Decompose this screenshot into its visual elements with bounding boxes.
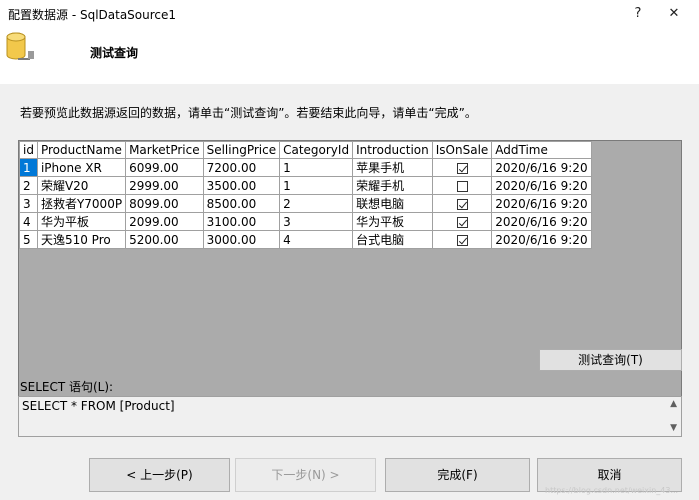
- table-row[interactable]: 3 拯救者Y7000P 8099.00 8500.00 2 联想电脑 2020/6/16 9…: [19, 194, 592, 213]
- cell-id: 4: [19, 212, 38, 231]
- checkbox-icon: [456, 216, 468, 228]
- cell-addtime: 2020/6/16 9:20: [491, 176, 592, 195]
- close-button[interactable]: ✕: [660, 4, 688, 24]
- table-header-row: id ProductName MarketPrice SellingPrice Cate…: [19, 141, 592, 159]
- sql-label: SELECT 语句(L):: [20, 380, 114, 394]
- cell-categoryid: 4: [279, 230, 354, 249]
- on-sale-cell: [431, 158, 493, 177]
- database-icon: [6, 32, 34, 60]
- cell-id: 1: [19, 158, 38, 177]
- cell-id: 2: [19, 176, 38, 195]
- cell-addtime: 2020/6/16 9:20: [491, 212, 592, 231]
- wizard-content: 若要预览此数据源返回的数据，请单击“测试查询”。若要结束此向导，请单击“完成”。…: [0, 84, 699, 500]
- on-sale-cell: [431, 230, 493, 249]
- cell-marketprice: 2099.00: [125, 212, 204, 231]
- cell-categoryid: 1: [279, 158, 354, 177]
- help-button[interactable]: ?: [624, 4, 652, 24]
- page-title: 测试查询: [90, 46, 139, 60]
- finish-button[interactable]: 完成(F): [385, 458, 530, 492]
- table-row[interactable]: 2 荣耀V20 2999.00 3500.00 1 荣耀手机 2020/6/16 9:20: [19, 176, 592, 195]
- test-query-button[interactable]: 测试查询(T): [539, 349, 682, 371]
- instruction-text: 若要预览此数据源返回的数据，请单击“测试查询”。若要结束此向导，请单击“完成”。: [20, 106, 477, 120]
- checkbox-icon: [456, 198, 468, 210]
- cell-marketprice: 6099.00: [125, 158, 204, 177]
- cell-addtime: 2020/6/16 9:20: [491, 158, 592, 177]
- column-header[interactable]: Introduction: [352, 141, 433, 159]
- column-header[interactable]: AddTime: [491, 141, 592, 159]
- cell-id: 5: [19, 230, 38, 249]
- table-row[interactable]: 4 华为平板 2099.00 3100.00 3 华为平板 2020/6/16 9:20: [19, 212, 592, 231]
- column-header[interactable]: MarketPrice: [125, 141, 204, 159]
- sql-scrollbar[interactable]: ▲ ▼: [664, 397, 681, 436]
- sql-textbox[interactable]: SELECT * FROM [Product] ▲ ▼: [18, 396, 682, 437]
- cell-sellingprice: 3000.00: [202, 230, 281, 249]
- next-button[interactable]: 下一步(N) >: [235, 458, 376, 492]
- title-bar: 配置数据源 - SqlDataSource1 ? ✕: [0, 0, 699, 28]
- cell-productname: 荣耀V20: [36, 176, 127, 195]
- prev-button[interactable]: < 上一步(P): [89, 458, 230, 492]
- results-table: id ProductName MarketPrice SellingPrice Cate…: [19, 141, 592, 249]
- cell-categoryid: 1: [279, 176, 354, 195]
- cell-productname: 天逸510 Pro: [36, 230, 127, 249]
- cell-marketprice: 5200.00: [125, 230, 204, 249]
- cell-sellingprice: 8500.00: [202, 194, 281, 213]
- on-sale-cell: [431, 176, 493, 195]
- column-header[interactable]: CategoryId: [279, 141, 354, 159]
- cell-categoryid: 2: [279, 194, 354, 213]
- table-row[interactable]: 1 iPhone XR 6099.00 7200.00 1 苹果手机 2020/6/16 9…: [19, 158, 592, 177]
- cell-introduction: 荣耀手机: [352, 176, 433, 195]
- cell-id: 3: [19, 194, 38, 213]
- cell-productname: iPhone XR: [36, 158, 127, 177]
- cell-introduction: 台式电脑: [352, 230, 433, 249]
- watermark: https://blog.csdn.net/weixin_43...: [545, 486, 679, 495]
- scroll-up-icon[interactable]: ▲: [670, 399, 677, 409]
- column-header[interactable]: id: [19, 141, 38, 159]
- results-grid[interactable]: id ProductName MarketPrice SellingPrice Cate…: [18, 140, 682, 426]
- checkbox-icon: [456, 234, 468, 246]
- sql-text: SELECT * FROM [Product]: [22, 399, 175, 413]
- on-sale-cell: [431, 212, 493, 231]
- cell-addtime: 2020/6/16 9:20: [491, 194, 592, 213]
- cell-sellingprice: 3100.00: [202, 212, 281, 231]
- column-header[interactable]: ProductName: [36, 141, 127, 159]
- wizard-header: 测试查询: [0, 28, 699, 84]
- cell-sellingprice: 7200.00: [202, 158, 281, 177]
- column-header[interactable]: IsOnSale: [431, 141, 493, 159]
- cell-productname: 拯救者Y7000P: [36, 194, 127, 213]
- cell-addtime: 2020/6/16 9:20: [491, 230, 592, 249]
- window-title: 配置数据源 - SqlDataSource1: [8, 8, 177, 22]
- scroll-down-icon[interactable]: ▼: [670, 423, 677, 433]
- on-sale-cell: [431, 194, 493, 213]
- cell-marketprice: 2999.00: [125, 176, 204, 195]
- cell-introduction: 苹果手机: [352, 158, 433, 177]
- checkbox-icon: [456, 180, 468, 192]
- cell-marketprice: 8099.00: [125, 194, 204, 213]
- table-row[interactable]: 5 天逸510 Pro 5200.00 3000.00 4 台式电脑 2020/6/16 9…: [19, 230, 592, 249]
- cell-categoryid: 3: [279, 212, 354, 231]
- checkbox-icon: [456, 162, 468, 174]
- cell-introduction: 华为平板: [352, 212, 433, 231]
- cell-introduction: 联想电脑: [352, 194, 433, 213]
- cell-productname: 华为平板: [36, 212, 127, 231]
- column-header[interactable]: SellingPrice: [202, 141, 281, 159]
- cell-sellingprice: 3500.00: [202, 176, 281, 195]
